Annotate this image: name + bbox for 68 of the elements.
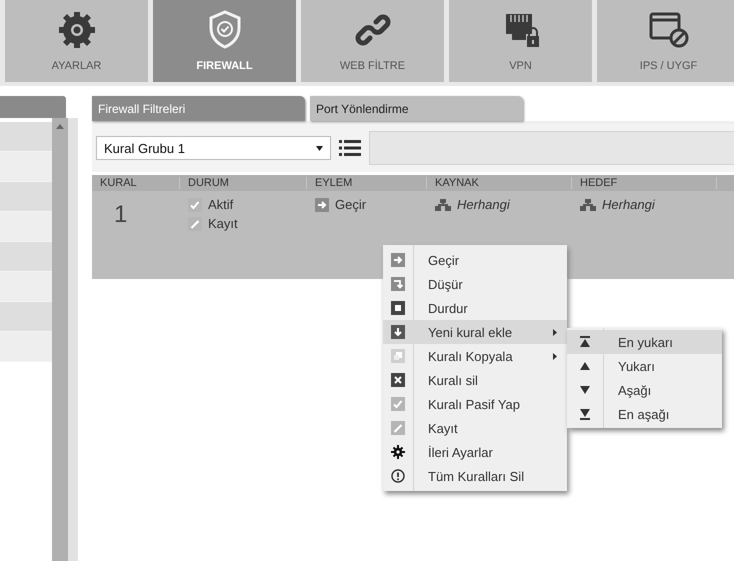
add-icon [391,325,405,339]
rule-group-select[interactable]: Kural Grubu 1 [96,136,331,160]
gear-icon [391,445,405,459]
sidebar-row[interactable] [0,182,52,212]
network-icon [580,198,596,210]
column-header: DURUM [180,177,307,189]
column-header: KURAL [92,177,180,189]
action-label: Geçir [335,197,366,212]
nav-label: FIREWALL [196,60,253,72]
warning-icon [391,469,405,483]
sidebar-row[interactable] [0,212,52,242]
menu-item[interactable]: Yeni kural ekle [383,320,567,344]
sidebar-row[interactable] [0,272,52,302]
sidebar-row[interactable] [0,332,52,362]
drop-icon [391,277,405,291]
scroll-up-icon[interactable] [56,124,64,129]
dropdown-caret-icon [316,146,323,150]
submenu-arrow-icon [553,352,557,360]
menu-item[interactable]: En aşağı [567,402,722,426]
menu-item[interactable]: Tüm Kuralları Sil [383,464,567,488]
menu-item[interactable]: Durdur [383,296,567,320]
sidebar-header [0,96,66,118]
check-icon [391,397,405,411]
stop-icon [391,301,405,315]
nav-tile[interactable]: AYARLAR [5,0,148,82]
status-label: Aktif [208,197,234,212]
sidebar-row[interactable] [0,302,52,332]
rule-number: 1 [113,200,128,230]
nav-label: AYARLAR [52,60,102,72]
nav-tile[interactable]: WEB FİLTRE [301,0,444,82]
menu-item[interactable]: Kuralı sil [383,368,567,392]
nav-label: WEB FİLTRE [340,60,406,72]
copy-icon [391,349,405,363]
menu-item[interactable]: Yukarı [567,354,722,378]
tab[interactable]: Port Yönlendirme [310,96,523,121]
menu-item[interactable]: Kayıt [383,416,567,440]
menu-item[interactable]: İleri Ayarlar [383,440,567,464]
sidebar-row[interactable] [0,122,52,152]
menu-item[interactable]: Düşür [383,272,567,296]
menu-item[interactable]: Kuralı Kopyala [383,344,567,368]
pass-icon [391,253,405,267]
nav-label: IPS / UYGF [640,60,698,72]
list-icon[interactable] [339,139,361,157]
column-header: KAYNAK [427,177,572,189]
status-label: Kayıt [208,216,238,231]
arrow-icon [315,198,329,212]
pencil-icon [188,216,202,230]
network-icon [435,198,451,210]
target-value: Herhangi [602,197,655,212]
scrollbar[interactable] [52,118,78,561]
check-icon [188,198,202,212]
menu-item[interactable]: En yukarı [567,330,722,354]
sidebar-row[interactable] [0,242,52,272]
move-top-icon [578,335,592,349]
nav-tile[interactable]: IPS / UYGF [597,0,734,82]
pencil-icon [391,421,405,435]
submenu-arrow-icon [553,328,557,336]
move-bottom-icon [578,407,592,421]
menu-item[interactable]: Geçir [383,248,567,272]
nav-tile[interactable]: VPN [449,0,592,82]
menu-item[interactable]: Kuralı Pasif Yap [383,392,567,416]
menu-item[interactable]: Aşağı [567,378,722,402]
delete-icon [391,373,405,387]
column-header: HEDEF [572,177,717,189]
column-header: EYLEM [307,177,427,189]
sidebar-row[interactable] [0,152,52,182]
nav-label: VPN [509,60,532,72]
source-value: Herhangi [457,197,510,212]
